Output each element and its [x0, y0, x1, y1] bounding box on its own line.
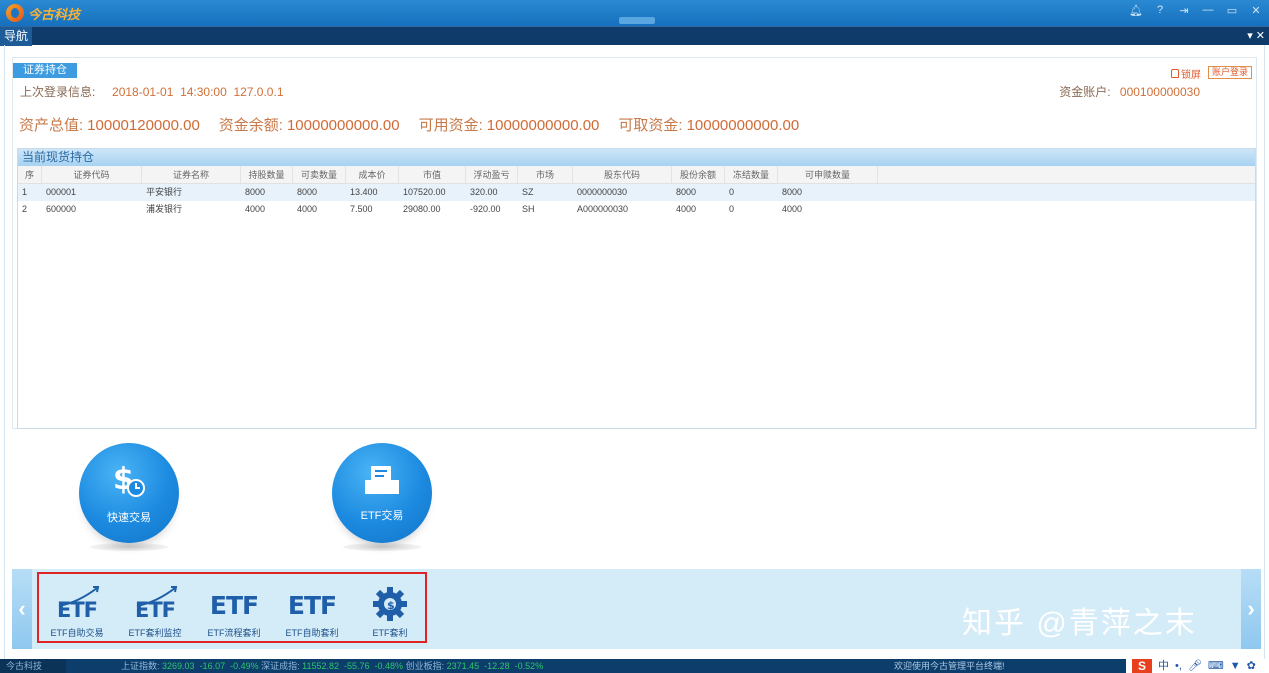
tool-etf-arbitrage[interactable]: $ ETF套利	[354, 584, 426, 639]
etf-trend-icon: ETF	[41, 584, 113, 624]
column-header[interactable]: 浮动盈亏	[466, 166, 518, 183]
button-shadow	[343, 543, 421, 551]
tool-etf-arbitrage-monitor[interactable]: ETF ETF套利监控	[119, 584, 191, 639]
minimize-icon[interactable]: —	[1201, 4, 1215, 17]
svg-text:$: $	[387, 599, 395, 612]
account-info: 资金账户: 000100000030	[1059, 83, 1200, 100]
summary-total-assets: 资产总值: 10000120000.00	[19, 117, 200, 134]
status-company: 今古科技	[0, 659, 66, 673]
grid-title: 当前现货持仓	[18, 149, 1255, 166]
column-header[interactable]: 可申赎数量	[778, 166, 878, 183]
pin-icon[interactable]: ⇥	[1177, 4, 1191, 17]
apps-icon[interactable]: ✿	[1247, 659, 1256, 673]
quick-trade-label: 快速交易	[107, 512, 151, 524]
tool-highlight-box: ETF ETF自助交易 ETF ETF套利监控 ETF ETF流程套利 ETF	[37, 572, 427, 643]
tool-label: ETF套利监控	[128, 628, 182, 638]
scroll-left-button[interactable]: ‹	[12, 569, 32, 649]
column-header[interactable]: 证券代码	[42, 166, 142, 183]
title-bar: 今古科技 🔔︎ ? ⇥ — ▭ ✕	[0, 0, 1269, 26]
status-bar: 今古科技 上证指数: 3269.03 -16.07 -0.49% 深证成指: 1…	[0, 659, 1269, 673]
asset-summary: 资产总值: 10000120000.00 资金余额: 10000000000.00 …	[19, 114, 818, 135]
dollar-clock-icon: $	[113, 462, 145, 497]
column-header[interactable]: 市值	[399, 166, 466, 183]
summary-available-funds: 可用资金: 10000000000.00	[418, 117, 600, 134]
index-ticker: 上证指数: 3269.03 -16.07 -0.49% 深证成指: 11552.…	[121, 661, 544, 671]
column-header[interactable]: 股东代码	[573, 166, 672, 183]
account-label: 资金账户:	[1059, 85, 1111, 99]
welcome-message: 欢迎使用今古管理平台终端!	[894, 661, 1005, 671]
account-login-button[interactable]: 账户登录	[1207, 66, 1252, 79]
app-logo: 今古科技	[6, 4, 80, 23]
nav-bar: 导航 ▾ ✕	[0, 26, 1269, 46]
etf-trade-button[interactable]: ETF交易	[332, 443, 432, 543]
holdings-grid: 当前现货持仓 序 证券代码 证券名称 持股数量 可卖数量 成本价 市值 浮动盈亏…	[17, 148, 1256, 429]
column-header[interactable]: 序	[18, 166, 42, 183]
account-value: 000100000030	[1119, 85, 1200, 99]
lock-icon	[1171, 69, 1179, 78]
last-login-label: 上次登录信息:	[20, 85, 96, 99]
column-header[interactable]: 成本价	[346, 166, 399, 183]
punctuation-icon[interactable]: •,	[1175, 659, 1182, 673]
ime-toolbar[interactable]: S 中 •, 🎤︎ ⌨ ▼ ✿	[1126, 659, 1269, 673]
last-login-info: 上次登录信息: 2018-01-01 14:30:00 127.0.0.1	[20, 83, 284, 100]
close-icon[interactable]: ✕	[1249, 4, 1263, 17]
logo-icon	[6, 4, 24, 22]
column-header[interactable]: 市场	[518, 166, 573, 183]
grid-header: 序 证券代码 证券名称 持股数量 可卖数量 成本价 市值 浮动盈亏 市场 股东代…	[18, 166, 1255, 184]
app-name: 今古科技	[28, 6, 81, 22]
lock-screen-button[interactable]: 锁屏	[1171, 66, 1201, 81]
holdings-card: 证券持仓 锁屏 账户登录 上次登录信息: 2018-01-01 14:30:00…	[12, 57, 1257, 429]
mic-icon[interactable]: 🎤︎	[1188, 659, 1202, 673]
summary-withdrawable-funds: 可取资金: 10000000000.00	[618, 117, 800, 134]
sogou-icon[interactable]: S	[1132, 659, 1152, 673]
tab-holdings[interactable]: 证券持仓	[13, 63, 77, 78]
etf-trade-label: ETF交易	[360, 510, 404, 522]
button-shadow	[90, 543, 168, 551]
tool-label: ETF流程套利	[207, 628, 261, 638]
column-header[interactable]: 证券名称	[142, 166, 241, 183]
tool-etf-process-arbitrage[interactable]: ETF ETF流程套利	[198, 584, 270, 639]
bell-icon[interactable]: 🔔︎	[1129, 4, 1143, 17]
table-row[interactable]: 1 000001 平安银行 8000 8000 13.400 107520.00…	[18, 184, 1255, 201]
restore-icon[interactable]: ▭	[1225, 4, 1239, 17]
table-row[interactable]: 2 600000 浦发银行 4000 4000 7.500 29080.00 -…	[18, 201, 1255, 218]
document-tray-icon	[365, 466, 399, 494]
skin-icon[interactable]: ▼	[1230, 659, 1241, 673]
column-header[interactable]: 股份余额	[672, 166, 725, 183]
tool-etf-self-arbitrage[interactable]: ETF ETF自助套利	[276, 584, 348, 639]
quick-trade-button[interactable]: $ 快速交易	[79, 443, 179, 543]
etf-trend-icon: ETF	[119, 584, 191, 624]
collapse-handle[interactable]	[619, 17, 655, 24]
summary-cash-balance: 资金余额: 10000000000.00	[218, 117, 400, 134]
nav-controls[interactable]: ▾ ✕	[1247, 29, 1265, 42]
column-header[interactable]: 可卖数量	[293, 166, 346, 183]
last-login-value: 2018-01-01 14:30:00 127.0.0.1	[112, 85, 284, 99]
tool-label: ETF自助套利	[285, 628, 339, 638]
tool-label: ETF自助交易	[50, 628, 104, 638]
etf-user-icon: ETF	[287, 591, 337, 620]
lock-label: 锁屏	[1181, 70, 1201, 81]
etf-flow-icon: ETF	[209, 591, 259, 620]
window-controls: 🔔︎ ? ⇥ — ▭ ✕	[1129, 4, 1263, 17]
scroll-right-button[interactable]: ›	[1241, 569, 1261, 649]
ime-mode[interactable]: 中	[1158, 659, 1169, 673]
help-icon[interactable]: ?	[1153, 4, 1167, 17]
watermark: 知乎 @青萍之末	[962, 607, 1197, 640]
column-header[interactable]: 冻结数量	[725, 166, 778, 183]
tab-navigation[interactable]: 导航	[0, 27, 32, 46]
tool-label: ETF套利	[372, 628, 408, 638]
gear-dollar-icon: $	[354, 584, 426, 624]
column-header[interactable]: 持股数量	[241, 166, 293, 183]
tool-etf-self-trade[interactable]: ETF ETF自助交易	[41, 584, 113, 639]
keyboard-icon[interactable]: ⌨	[1208, 659, 1224, 673]
